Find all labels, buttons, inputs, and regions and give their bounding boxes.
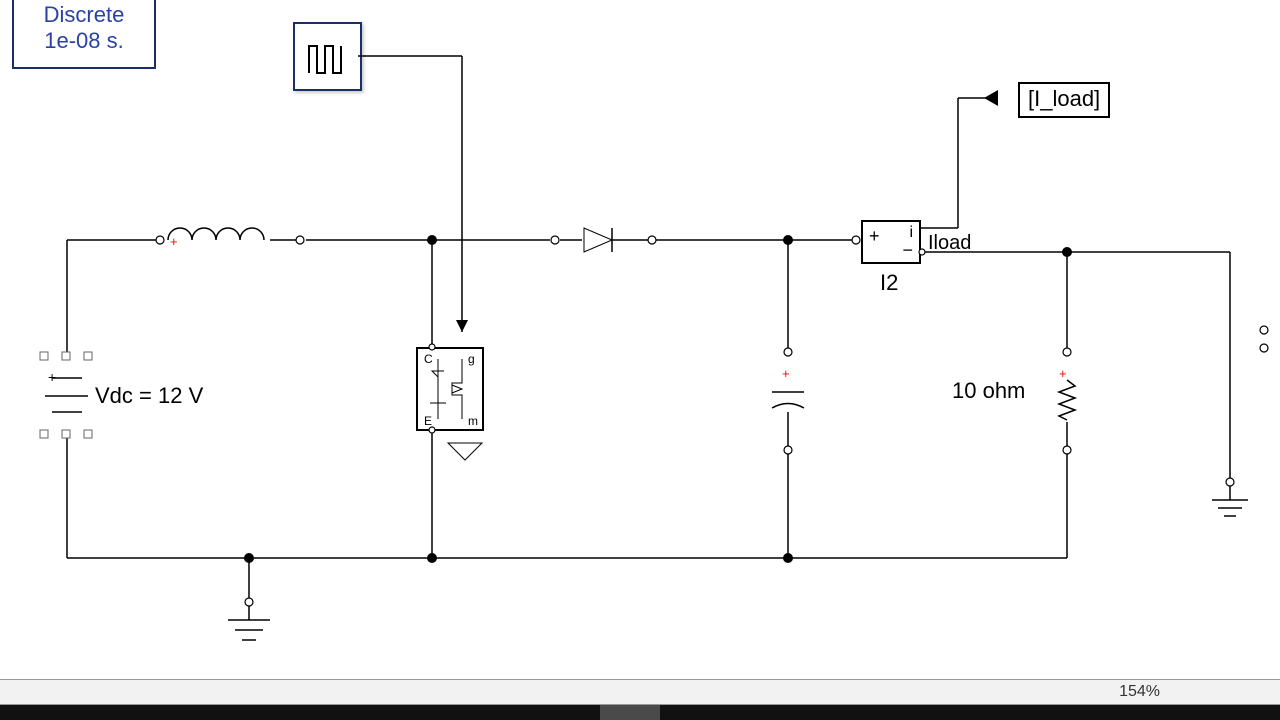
status-bar: 154% — [0, 679, 1280, 705]
switch-symbol-icon: C g E m — [418, 349, 482, 429]
svg-text:g: g — [468, 352, 475, 366]
svg-text:+: + — [782, 366, 790, 381]
goto-arrow-icon — [980, 86, 1010, 110]
sensor-name-label[interactable]: I2 — [880, 270, 898, 296]
pulse-waveform-icon — [308, 40, 348, 74]
svg-text:C: C — [424, 352, 433, 366]
powergui-mode: Discrete — [14, 2, 154, 28]
svg-text:E: E — [424, 414, 432, 428]
svg-text:m: m — [468, 414, 478, 428]
sensor-plus: + — [869, 226, 880, 247]
svg-text:+: + — [170, 234, 178, 249]
sensor-minus: − — [902, 240, 913, 261]
resistor-label[interactable]: 10 ohm — [952, 378, 1025, 404]
dc-source-label[interactable]: Vdc = 12 V — [95, 383, 203, 409]
powergui-block[interactable]: Discrete 1e-08 s. — [12, 0, 156, 69]
current-sensor-block[interactable]: + i − — [861, 220, 921, 264]
goto-block[interactable]: [I_load] — [1018, 82, 1110, 118]
svg-text:+: + — [48, 369, 56, 385]
switch-block[interactable]: C g E m — [416, 347, 484, 431]
sensor-output-label: Iload — [928, 232, 971, 255]
zoom-level: 154% — [1119, 683, 1160, 700]
powergui-step: 1e-08 s. — [14, 28, 154, 54]
goto-label: [I_load] — [1028, 86, 1100, 111]
simulink-canvas[interactable]: Discrete 1e-08 s. [I_load] + i − C g E m — [0, 0, 1280, 720]
video-timeline[interactable] — [0, 705, 1280, 720]
svg-text:+: + — [1059, 366, 1067, 381]
pulse-generator-block[interactable] — [293, 22, 362, 91]
